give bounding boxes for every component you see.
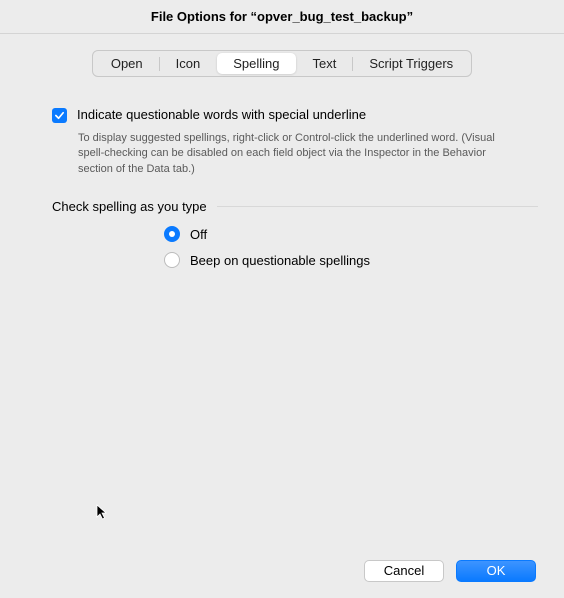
content-area: Open Icon Spelling Text Script Triggers … (0, 34, 564, 598)
title-bar: File Options for “opver_bug_test_backup” (0, 0, 564, 34)
check-as-type-header: Check spelling as you type (52, 199, 540, 214)
cancel-button[interactable]: Cancel (364, 560, 444, 582)
tab-text[interactable]: Text (297, 53, 353, 74)
divider (217, 206, 538, 207)
indicate-label[interactable]: Indicate questionable words with special… (77, 107, 366, 122)
radio-off-row[interactable]: Off (164, 226, 540, 242)
section-title: Check spelling as you type (52, 199, 207, 214)
check-icon (54, 110, 65, 121)
dialog-footer: Cancel OK (24, 560, 540, 586)
radio-beep-row[interactable]: Beep on questionable spellings (164, 252, 540, 268)
tab-script-triggers[interactable]: Script Triggers (353, 53, 469, 74)
indicate-description: To display suggested spellings, right-cl… (78, 131, 500, 177)
radio-off-label: Off (190, 227, 207, 242)
tab-open[interactable]: Open (95, 53, 159, 74)
indicate-option-row: Indicate questionable words with special… (52, 107, 540, 123)
radio-group: Off Beep on questionable spellings (164, 226, 540, 278)
tab-bar: Open Icon Spelling Text Script Triggers (24, 50, 540, 77)
window-title: File Options for “opver_bug_test_backup” (151, 9, 413, 24)
indicate-checkbox[interactable] (52, 108, 67, 123)
tab-icon[interactable]: Icon (160, 53, 217, 74)
ok-button[interactable]: OK (456, 560, 536, 582)
radio-beep[interactable] (164, 252, 180, 268)
tab-spelling[interactable]: Spelling (217, 53, 295, 74)
radio-off[interactable] (164, 226, 180, 242)
tab-group: Open Icon Spelling Text Script Triggers (92, 50, 472, 77)
radio-beep-label: Beep on questionable spellings (190, 253, 370, 268)
